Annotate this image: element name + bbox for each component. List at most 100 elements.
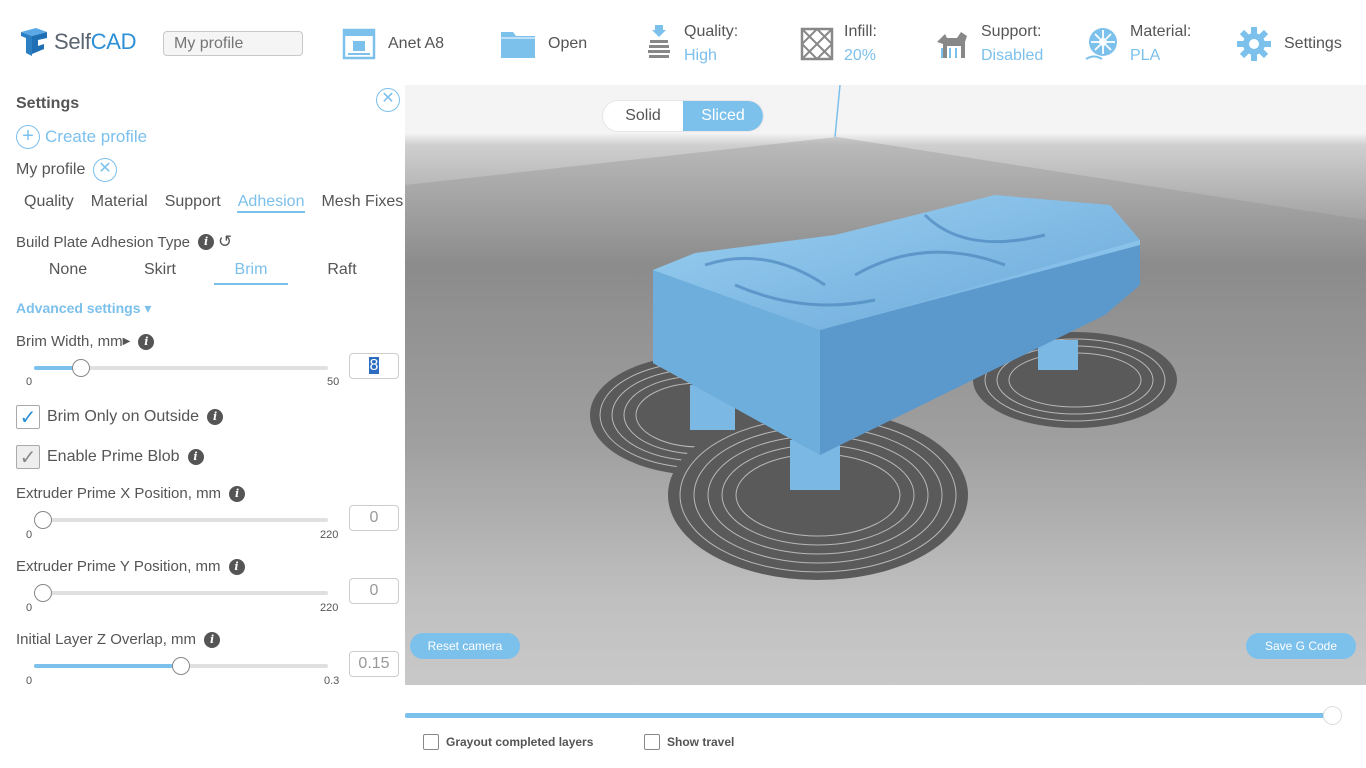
tab-quality[interactable]: Quality <box>23 193 75 213</box>
checkbox-box <box>423 734 439 750</box>
brim-only-outside-checkbox[interactable]: ✓ Brim Only on Outside i <box>16 405 224 429</box>
enable-prime-blob-checkbox: ✓ Enable Prime Blob i <box>16 445 204 469</box>
advanced-settings-toggle[interactable]: Advanced settings ▾ <box>16 300 151 317</box>
slider-thumb[interactable] <box>172 657 190 675</box>
quality-button[interactable]: Quality: High <box>644 20 738 68</box>
sliced-model-scene <box>405 85 1366 685</box>
tab-adhesion[interactable]: Adhesion <box>236 193 306 213</box>
quality-label: Quality: <box>684 23 739 40</box>
support-value: Disabled <box>981 47 1044 64</box>
brim-width-input[interactable]: 8 <box>349 353 399 379</box>
checkmark-icon: ✓ <box>16 445 40 469</box>
delete-profile-button[interactable]: ✕ <box>93 158 117 182</box>
top-toolbar: SelfCAD Anet A8 Open Quality: High <box>0 0 1366 85</box>
reset-camera-button[interactable]: Reset camera <box>410 633 520 659</box>
create-profile-button[interactable]: + Create profile <box>16 125 147 149</box>
adhesion-option-none[interactable]: None <box>22 261 114 285</box>
settings-button[interactable]: Settings <box>1236 20 1342 68</box>
adhesion-type-selector: None Skirt Brim Raft <box>22 261 392 285</box>
infill-label: Infill: <box>844 23 877 40</box>
open-label: Open <box>548 35 588 52</box>
slider-min: 0 <box>26 376 33 388</box>
prime-x-slider[interactable] <box>34 511 328 529</box>
material-spool-icon <box>1085 28 1117 60</box>
profile-name: My profile <box>16 161 86 178</box>
infill-value: 20% <box>844 47 877 64</box>
slider-max: 0.3 <box>324 675 340 687</box>
info-icon[interactable]: i <box>204 631 221 648</box>
open-button[interactable]: Open <box>500 20 587 68</box>
material-label: Material: <box>1130 23 1192 40</box>
checkbox-box <box>644 734 660 750</box>
view-mode-solid[interactable]: Solid <box>603 101 683 131</box>
tab-mesh-fixes[interactable]: Mesh Fixes <box>320 193 404 213</box>
prime-x-label: Extruder Prime X Position, mm i <box>16 485 246 502</box>
material-value: PLA <box>1130 47 1161 64</box>
tab-support[interactable]: Support <box>164 193 222 213</box>
infill-button[interactable]: Infill: 20% <box>800 20 877 68</box>
close-icon: ✕ <box>381 90 395 107</box>
prime-y-slider[interactable] <box>34 584 328 602</box>
save-gcode-button[interactable]: Save G Code <box>1246 633 1356 659</box>
show-travel-checkbox[interactable]: Show travel <box>644 734 734 750</box>
info-icon[interactable]: i <box>187 449 204 465</box>
caret-down-icon: ▾ <box>144 300 152 316</box>
info-icon[interactable]: i <box>228 558 245 575</box>
plus-icon: + <box>16 125 40 149</box>
close-panel-button[interactable]: ✕ <box>376 88 400 112</box>
slider-fill <box>34 664 181 668</box>
slider-thumb[interactable] <box>72 359 90 377</box>
slider-max: 220 <box>320 529 339 541</box>
brim-width-slider[interactable] <box>34 359 328 377</box>
prime-y-input[interactable]: 0 <box>349 578 399 604</box>
prime-x-input[interactable]: 0 <box>349 505 399 531</box>
close-icon: ✕ <box>98 160 112 177</box>
layer-slider-thumb[interactable] <box>1323 706 1342 725</box>
infill-icon <box>800 27 834 61</box>
gear-icon <box>1237 27 1271 61</box>
tab-material[interactable]: Material <box>90 193 149 213</box>
printer-label: Anet A8 <box>388 35 445 52</box>
settings-tabs: Quality Material Support Adhesion Mesh F… <box>16 193 404 213</box>
support-button[interactable]: Support: Disabled <box>935 20 1043 68</box>
create-profile-label: Create profile <box>45 127 148 146</box>
adhesion-option-brim[interactable]: Brim <box>214 261 288 285</box>
prime-y-label: Extruder Prime Y Position, mm i <box>16 558 245 575</box>
panel-title: Settings <box>16 95 80 112</box>
folder-icon <box>501 32 535 58</box>
brim-width-label: Brim Width, mm ▶ i <box>16 333 155 350</box>
slider-min: 0 <box>26 602 33 614</box>
printer-button[interactable]: Anet A8 <box>342 20 444 68</box>
z-overlap-slider[interactable] <box>34 657 328 675</box>
view-mode-sliced[interactable]: Sliced <box>683 101 763 131</box>
printer-icon <box>342 28 376 60</box>
info-icon[interactable]: i <box>138 333 155 350</box>
info-icon[interactable]: i <box>207 409 224 425</box>
adhesion-option-skirt[interactable]: Skirt <box>114 261 206 285</box>
profile-name-input[interactable] <box>163 31 303 56</box>
slider-thumb[interactable] <box>34 584 52 602</box>
z-overlap-label: Initial Layer Z Overlap, mm i <box>16 631 221 648</box>
slider-min: 0 <box>26 675 33 687</box>
quality-icon <box>648 25 670 58</box>
view-mode-toggle: Solid Sliced <box>603 101 763 131</box>
adhesion-type-label: Build Plate Adhesion Type i ↺ <box>16 232 233 252</box>
selfcad-logo-icon <box>21 28 47 56</box>
settings-label: Settings <box>1284 35 1342 52</box>
support-label: Support: <box>981 23 1042 40</box>
checkmark-icon: ✓ <box>16 405 40 429</box>
layer-slider-track[interactable] <box>405 713 1333 718</box>
slider-max: 220 <box>320 602 339 614</box>
adhesion-option-raft[interactable]: Raft <box>296 261 388 285</box>
reset-icon[interactable]: ↺ <box>218 232 232 252</box>
grayout-completed-layers-checkbox[interactable]: Grayout completed layers <box>423 734 593 750</box>
z-overlap-input[interactable]: 0.15 <box>349 651 399 677</box>
slider-thumb[interactable] <box>34 511 52 529</box>
logo-text: SelfCAD <box>54 29 137 54</box>
info-icon[interactable]: i <box>229 485 246 502</box>
selfcad-logo[interactable]: SelfCAD <box>18 26 137 58</box>
info-icon[interactable]: i <box>198 234 215 250</box>
material-button[interactable]: Material: PLA <box>1084 20 1191 68</box>
quality-value: High <box>684 47 717 64</box>
3d-viewport[interactable]: Solid Sliced Reset camera Save G Code <box>405 85 1366 685</box>
